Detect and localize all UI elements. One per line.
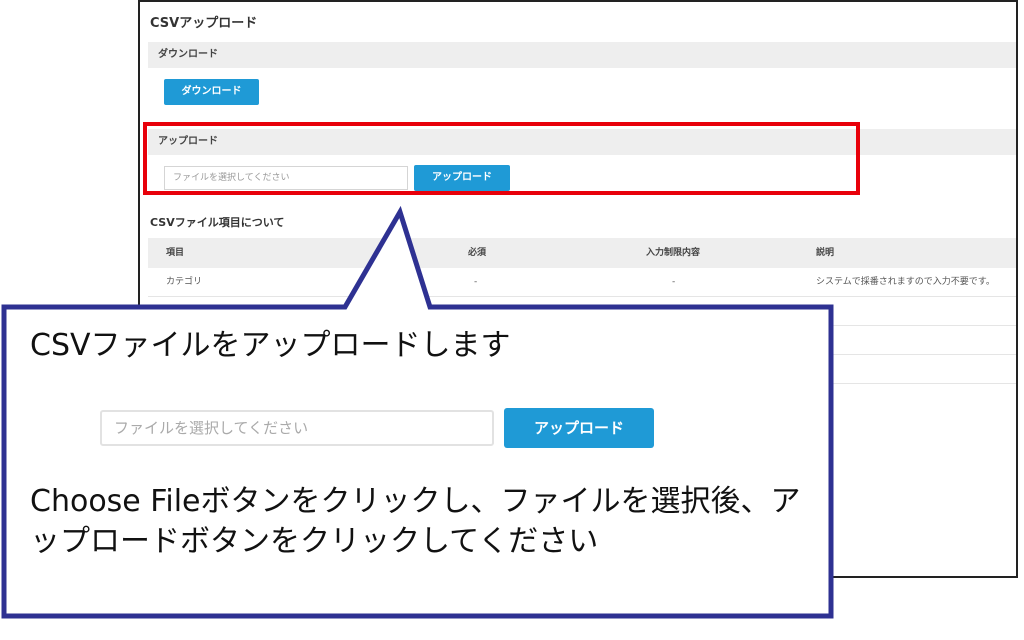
download-button[interactable]: ダウンロード [164, 79, 259, 105]
upload-highlight-box [143, 122, 860, 195]
callout-instructions: Choose Fileボタンをクリックし、ファイルを選択後、アップロードボタンを… [30, 484, 801, 559]
page-title: CSVアップロード [150, 16, 258, 31]
table-row: カテゴリ - - システムで採番されますので入力不要です。 [148, 268, 1016, 297]
callout-content: CSVファイルをアップロードします ファイルを選択してください アップロード C… [12, 306, 830, 614]
col-restriction: 入力制限内容 [646, 248, 701, 258]
download-section-header: ダウンロード [148, 42, 1016, 68]
cell-restriction: - [672, 277, 676, 287]
callout-file-input: ファイルを選択してください [100, 410, 494, 446]
callout-title: CSVファイルをアップロードします [30, 328, 511, 363]
col-required: 必須 [468, 248, 487, 258]
cell-required: - [474, 277, 478, 287]
csv-fields-title: CSVファイル項目について [150, 216, 285, 229]
cell-item: カテゴリ [166, 277, 203, 287]
callout-upload-button: アップロード [504, 408, 654, 448]
col-description: 説明 [816, 248, 835, 258]
col-item: 項目 [166, 248, 185, 258]
cell-description: システムで採番されますので入力不要です。 [816, 277, 995, 287]
fields-table-header: 項目 必須 入力制限内容 説明 [148, 238, 1016, 268]
